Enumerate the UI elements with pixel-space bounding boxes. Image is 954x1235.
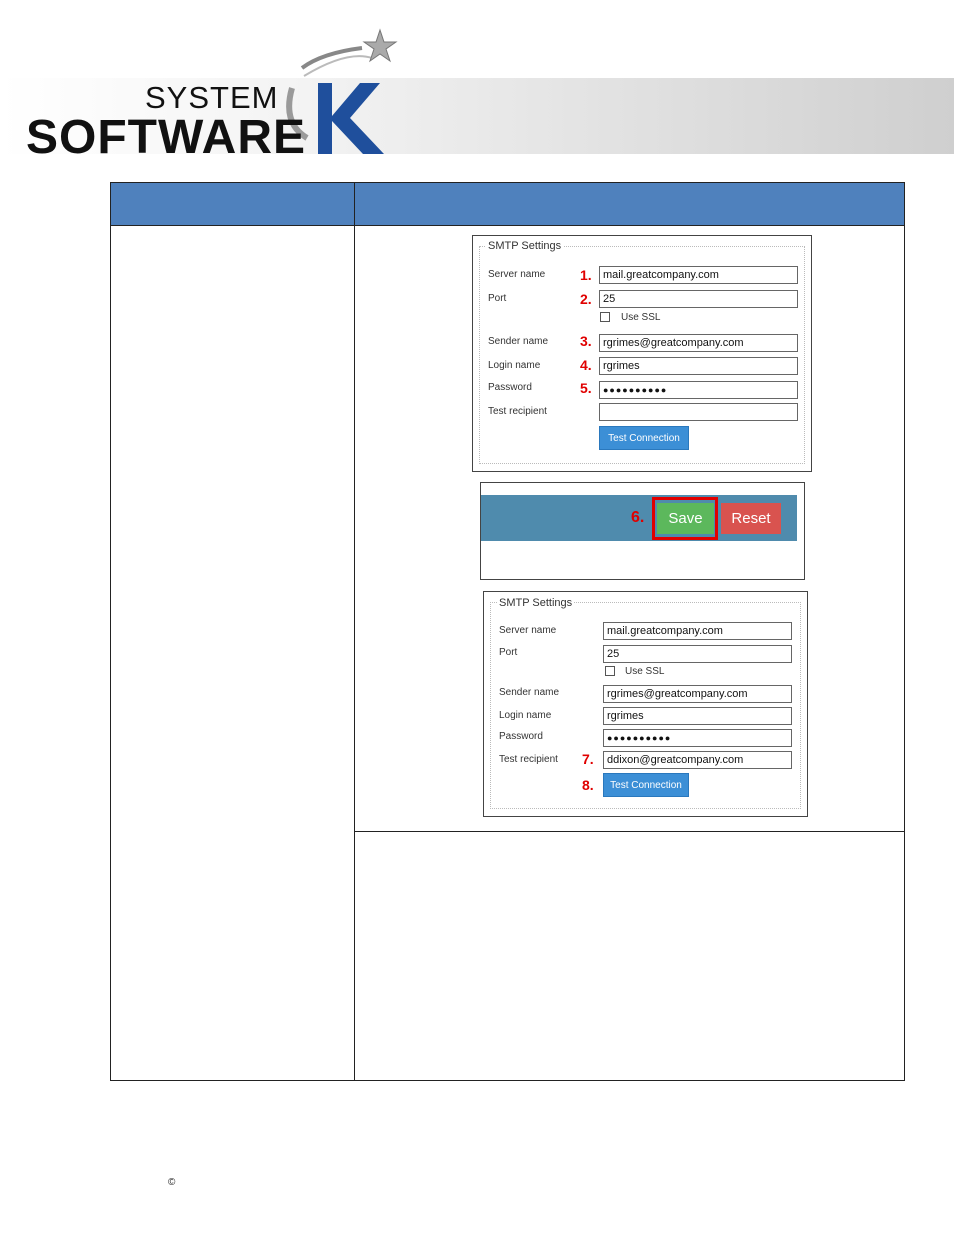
test-recipient-label: Test recipient bbox=[499, 754, 558, 765]
port-input[interactable]: 25 bbox=[603, 645, 792, 663]
sender-name-label: Sender name bbox=[488, 336, 549, 347]
port-label: Port bbox=[499, 647, 518, 658]
use-ssl-label: Use SSL bbox=[625, 666, 665, 677]
sender-name-label: Sender name bbox=[499, 687, 560, 698]
step-marker-4: 4. bbox=[580, 357, 592, 373]
smtp-settings-panel-2: SMTP Settings Server name mail.greatcomp… bbox=[483, 591, 808, 817]
login-name-label: Login name bbox=[499, 710, 552, 721]
column-divider bbox=[354, 183, 355, 1080]
test-recipient-input[interactable]: ddixon@greatcompany.com bbox=[603, 751, 792, 769]
test-recipient-label: Test recipient bbox=[488, 406, 547, 417]
server-name-label: Server name bbox=[488, 269, 546, 280]
password-input[interactable]: ●●●●●●●●●● bbox=[599, 381, 798, 399]
step-marker-7: 7. bbox=[582, 751, 594, 767]
password-input[interactable]: ●●●●●●●●●● bbox=[603, 729, 792, 747]
step-marker-1: 1. bbox=[580, 267, 592, 283]
password-label: Password bbox=[488, 382, 532, 393]
use-ssl-checkbox[interactable] bbox=[605, 666, 615, 676]
port-label: Port bbox=[488, 293, 507, 304]
step-marker-2: 2. bbox=[580, 291, 592, 307]
server-name-input[interactable]: mail.greatcompany.com bbox=[599, 266, 798, 284]
server-name-input[interactable]: mail.greatcompany.com bbox=[603, 622, 792, 640]
logo-text-software: SOFTWARE bbox=[26, 111, 306, 164]
port-input[interactable]: 25 bbox=[599, 290, 798, 308]
test-recipient-input[interactable] bbox=[599, 403, 798, 421]
step-marker-5: 5. bbox=[580, 380, 592, 396]
step-marker-8: 8. bbox=[582, 777, 594, 793]
password-label: Password bbox=[499, 731, 543, 742]
table-header-row bbox=[111, 183, 904, 226]
sender-name-input[interactable]: rgrimes@greatcompany.com bbox=[599, 334, 798, 352]
login-name-input[interactable]: rgrimes bbox=[599, 357, 798, 375]
use-ssl-label: Use SSL bbox=[621, 312, 661, 323]
row-divider bbox=[355, 831, 905, 832]
smtp-legend: SMTP Settings bbox=[497, 597, 575, 609]
step-marker-6: 6. bbox=[631, 509, 645, 526]
save-bar-panel: 6. Save Reset bbox=[480, 482, 805, 580]
login-name-label: Login name bbox=[488, 360, 541, 371]
use-ssl-checkbox[interactable] bbox=[600, 312, 610, 322]
login-name-input[interactable]: rgrimes bbox=[603, 707, 792, 725]
smtp-settings-panel-1: SMTP Settings Server name 1. mail.greatc… bbox=[472, 235, 812, 472]
smtp-legend: SMTP Settings bbox=[486, 240, 564, 252]
test-connection-button[interactable]: Test Connection bbox=[599, 426, 689, 450]
sender-name-input[interactable]: rgrimes@greatcompany.com bbox=[603, 685, 792, 703]
step-marker-3: 3. bbox=[580, 333, 592, 349]
save-highlight-box bbox=[652, 497, 718, 540]
copyright-symbol: © bbox=[168, 1177, 176, 1188]
test-connection-button[interactable]: Test Connection bbox=[603, 773, 689, 797]
reset-button[interactable]: Reset bbox=[721, 503, 781, 534]
server-name-label: Server name bbox=[499, 625, 557, 636]
